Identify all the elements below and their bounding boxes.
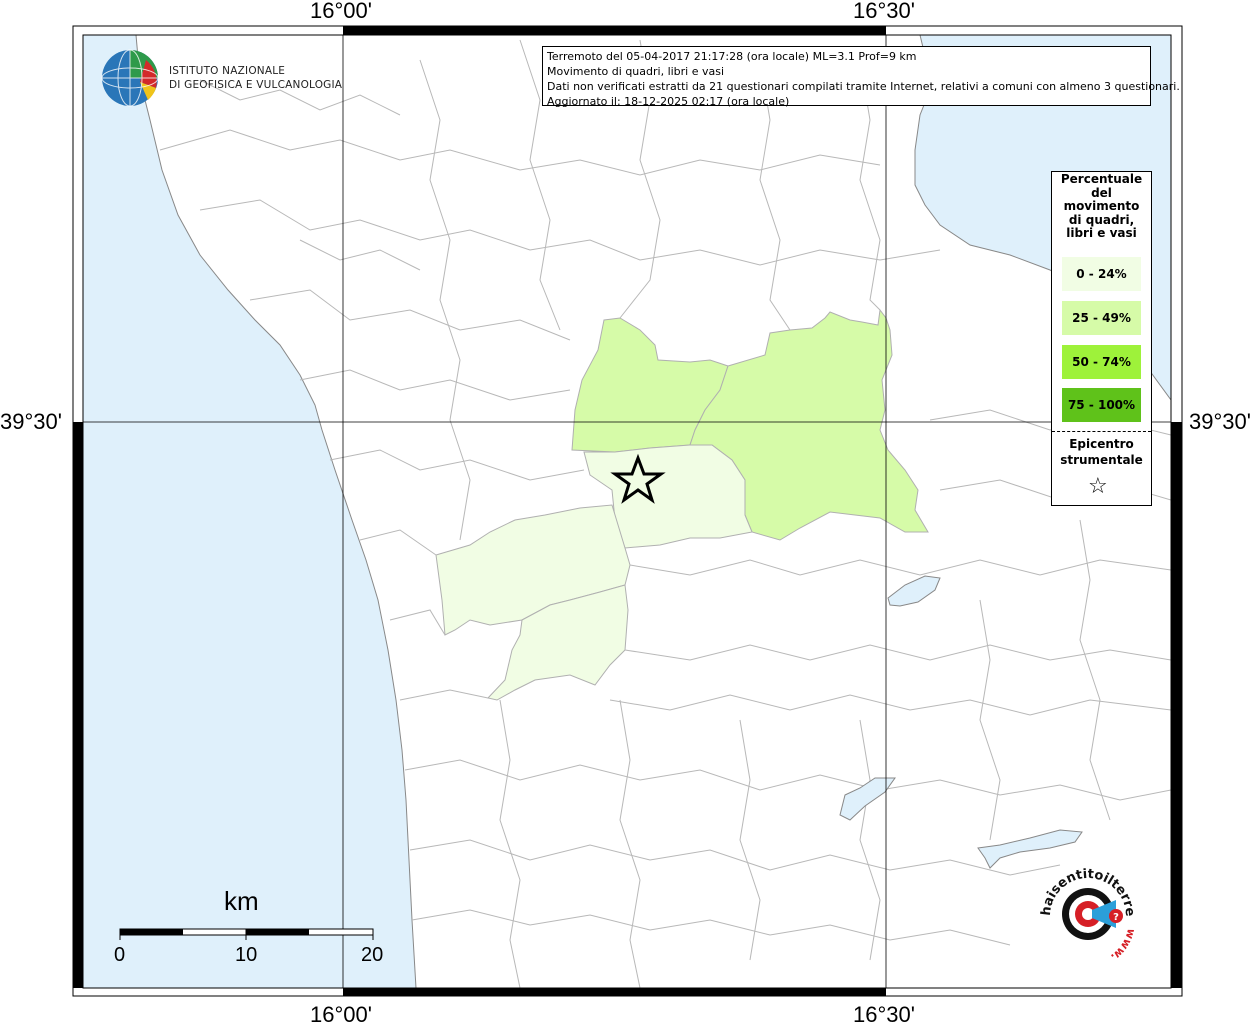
top-axis-label-2: 16°30' [853,0,915,23]
right-axis-label: 39°30' [1189,409,1251,434]
event-info-line1: Terremoto del 05-04-2017 21:17:28 (ora l… [547,50,917,63]
legend-title-line: di quadri, [1068,212,1135,227]
ingv-name-line1: ISTITUTO NAZIONALE [169,65,286,77]
event-info-line2: Movimento di quadri, libri e vasi [547,65,725,78]
legend-class-label: 0 - 24% [1076,267,1127,281]
scale-label-10: 10 [235,944,258,966]
legend: Percentuale del movimento di quadri, lib… [1051,171,1152,506]
bottom-axis-label-1: 16°00' [310,1002,372,1027]
scale-label-20: 20 [361,944,384,966]
legend-epicenter-line: strumentale [1060,453,1143,467]
svg-text:?: ? [1113,912,1119,923]
legend-title-line: Percentuale [1060,172,1143,186]
haisentito-logo-prefix: www. [1108,927,1138,964]
legend-epicenter-line: Epicentro [1069,437,1134,451]
legend-title: Percentuale del movimento di quadri, lib… [1052,172,1151,241]
legend-class-label: 75 - 100% [1067,398,1136,412]
legend-title-line: movimento [1063,199,1140,213]
legend-separator [1052,431,1151,432]
left-axis-label: 39°30' [0,409,62,434]
legend-epicenter-label: Epicentro strumentale [1052,436,1151,468]
bottom-axis-label-2: 16°30' [853,1002,915,1027]
legend-title-line: libri e vasi [1066,226,1137,240]
legend-class-25-49: 25 - 49% [1062,301,1141,335]
ingv-globe-icon [101,49,159,107]
legend-star-icon: ☆ [1088,474,1108,499]
legend-class-label: 25 - 49% [1072,311,1131,325]
legend-class-0-24: 0 - 24% [1062,257,1141,291]
legend-class-75-100: 75 - 100% [1062,388,1141,422]
svg-text:www.: www. [1108,927,1138,964]
legend-title-line: del [1091,185,1112,200]
legend-class-label: 50 - 74% [1072,355,1131,369]
event-info-box: Terremoto del 05-04-2017 21:17:28 (ora l… [542,46,1180,108]
ingv-name-line2: DI GEOFISICA E VULCANOLOGIA [169,79,343,91]
legend-class-50-74: 50 - 74% [1062,345,1141,379]
event-info-line3: Dati non verificati estratti da 21 quest… [547,80,1180,93]
haisentito-logo-icon: ? haisentitoilterremoto.it www. [1028,858,1138,964]
top-axis-label-1: 16°00' [310,0,372,23]
ingv-name: ISTITUTO NAZIONALE DI GEOFISICA E VULCAN… [169,64,342,92]
scale-label-0: 0 [114,944,126,966]
scale-unit: km [224,886,259,916]
event-info-line4: Aggiornato il: 18-12-2025 02:17 (ora loc… [547,95,790,108]
